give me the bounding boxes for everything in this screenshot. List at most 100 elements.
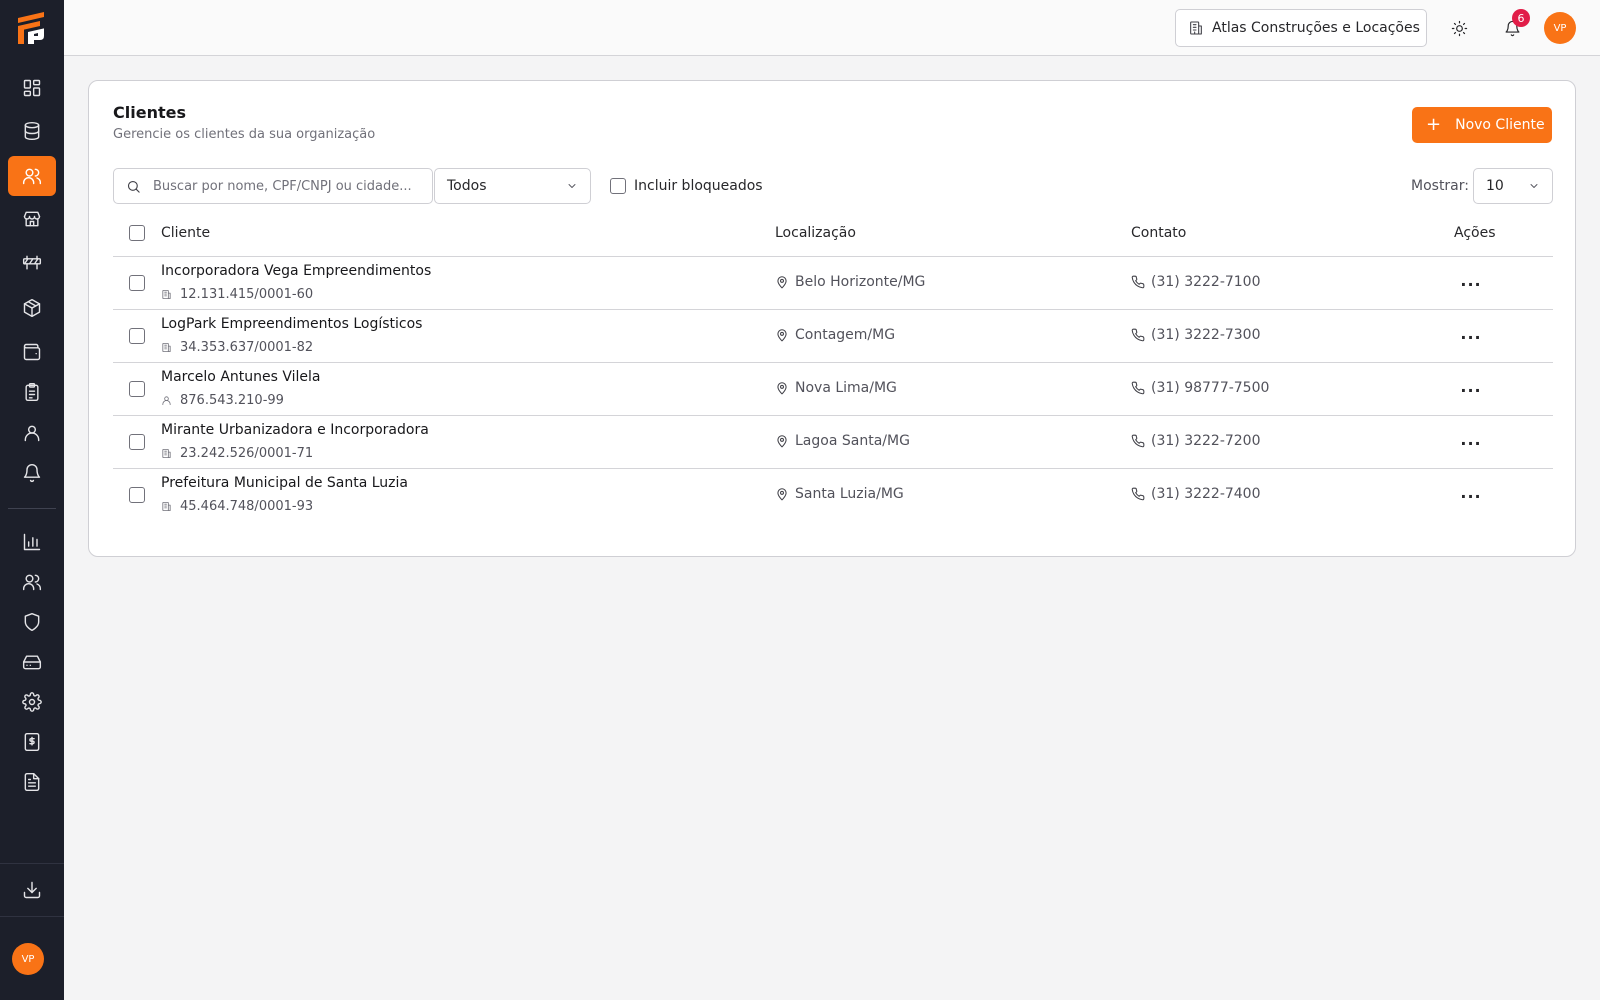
client-document: 12.131.415/0001-60 (161, 287, 313, 302)
layout-grid-icon (23, 79, 41, 97)
table-row[interactable]: Mirante Urbanizadora e Incorporadora 23.… (113, 416, 1553, 469)
sidebar-item-users[interactable] (8, 562, 56, 602)
row-actions-button[interactable]: ··· (1457, 482, 1485, 510)
row-actions-button[interactable]: ··· (1457, 270, 1485, 298)
person-icon (162, 396, 171, 406)
client-location-text: Nova Lima/MG (795, 380, 897, 396)
row-actions-button[interactable]: ··· (1457, 376, 1485, 404)
sidebar-item-wallet[interactable] (8, 332, 56, 372)
store-icon (23, 211, 41, 227)
column-header-actions: Ações (1454, 225, 1496, 241)
client-location: Nova Lima/MG (775, 380, 897, 396)
client-contact: (31) 3222-7400 (1131, 486, 1261, 502)
row-checkbox[interactable] (129, 487, 145, 503)
client-phone: (31) 3222-7100 (1151, 274, 1261, 290)
shield-icon (24, 612, 40, 632)
users-icon (22, 168, 42, 185)
sidebar-item-package[interactable] (8, 288, 56, 328)
client-contact: (31) 3222-7300 (1131, 327, 1261, 343)
sidebar-item-reports[interactable] (8, 522, 56, 562)
select-all-checkbox[interactable] (129, 225, 145, 241)
page-title: Clientes (113, 103, 186, 122)
search-input[interactable] (153, 178, 413, 194)
organization-name: Atlas Construções e Locações (1212, 20, 1420, 36)
column-header-client[interactable]: Cliente (161, 225, 210, 241)
sidebar-item-clipboard[interactable] (8, 372, 56, 412)
map-pin-icon (777, 435, 787, 448)
building-icon (162, 448, 171, 459)
table-row[interactable]: LogPark Empreendimentos Logísticos 34.35… (113, 310, 1553, 363)
map-pin-icon (777, 382, 787, 395)
client-name[interactable]: Mirante Urbanizadora e Incorporadora (161, 422, 429, 438)
download-button[interactable] (8, 870, 56, 910)
search-field (113, 168, 433, 204)
package-icon (23, 298, 41, 318)
topbar: Atlas Construções e Locações 6 VP (64, 0, 1600, 56)
row-checkbox[interactable] (129, 275, 145, 291)
client-document-number: 12.131.415/0001-60 (180, 287, 314, 302)
construction-barrier-icon (22, 255, 42, 270)
sidebar-item-settings[interactable] (8, 682, 56, 722)
row-checkbox[interactable] (129, 328, 145, 344)
organization-switcher[interactable]: Atlas Construções e Locações (1175, 9, 1427, 47)
client-name[interactable]: Prefeitura Municipal de Santa Luzia (161, 475, 408, 491)
table-row[interactable]: Prefeitura Municipal de Santa Luzia 45.4… (113, 469, 1553, 522)
client-contact: (31) 3222-7200 (1131, 433, 1261, 449)
column-header-location[interactable]: Localização (775, 225, 856, 241)
client-document: 45.464.748/0001-93 (161, 499, 313, 514)
user-icon (24, 425, 40, 442)
row-actions-button[interactable]: ··· (1457, 323, 1485, 351)
theme-toggle-button[interactable] (1443, 12, 1475, 44)
database-icon (24, 121, 40, 141)
table-row[interactable]: Incorporadora Vega Empreendimentos 12.13… (113, 257, 1553, 310)
row-checkbox[interactable] (129, 434, 145, 450)
row-checkbox[interactable] (129, 381, 145, 397)
building-icon (162, 289, 171, 300)
sidebar-item-notifications[interactable] (8, 453, 56, 493)
sidebar-item-user[interactable] (8, 413, 56, 453)
phone-icon (1131, 275, 1145, 289)
client-name[interactable]: Marcelo Antunes Vilela (161, 369, 321, 385)
table-row[interactable]: Marcelo Antunes Vilela 876.543.210-99 No… (113, 363, 1553, 416)
client-location-text: Santa Luzia/MG (795, 486, 904, 502)
phone-icon (1131, 487, 1145, 501)
bell-icon (23, 464, 41, 483)
column-header-contact[interactable]: Contato (1131, 225, 1186, 241)
client-location-text: Lagoa Santa/MG (795, 433, 910, 449)
client-phone: (31) 98777-7500 (1151, 380, 1270, 396)
page-subtitle: Gerencie os clientes da sua organização (113, 127, 376, 142)
sidebar-divider (0, 863, 64, 864)
user-avatar[interactable]: VP (1544, 12, 1576, 44)
row-actions-button[interactable]: ··· (1457, 429, 1485, 457)
building-icon (162, 342, 171, 353)
sidebar-item-security[interactable] (8, 602, 56, 642)
client-document-number: 45.464.748/0001-93 (180, 499, 314, 514)
users-icon (22, 574, 42, 591)
sidebar-item-store[interactable] (8, 199, 56, 239)
page-size-select[interactable]: 10 (1473, 168, 1553, 204)
client-name[interactable]: Incorporadora Vega Empreendimentos (161, 263, 431, 279)
sun-icon (1451, 20, 1467, 36)
include-blocked-checkbox[interactable] (610, 178, 626, 194)
status-filter-select[interactable]: Todos (434, 168, 591, 204)
sidebar-item-barrier[interactable] (8, 243, 56, 283)
include-blocked-label: Incluir bloqueados (634, 178, 763, 194)
app-logo[interactable] (16, 10, 48, 46)
client-name[interactable]: LogPark Empreendimentos Logísticos (161, 316, 422, 332)
sidebar-item-documents[interactable] (8, 762, 56, 802)
chevron-down-icon (1530, 184, 1538, 188)
client-phone: (31) 3222-7200 (1151, 433, 1261, 449)
file-text-icon (24, 772, 40, 792)
phone-icon (1131, 434, 1145, 448)
sidebar-item-billing[interactable] (8, 722, 56, 762)
notification-count-badge: 6 (1512, 9, 1530, 27)
sidebar-item-storage[interactable] (8, 642, 56, 682)
map-pin-icon (777, 329, 787, 342)
sidebar-item-database[interactable] (8, 111, 56, 151)
new-client-button[interactable]: + Novo Cliente (1412, 107, 1552, 143)
sidebar-item-clients[interactable] (8, 156, 56, 196)
client-document: 876.543.210-99 (161, 393, 284, 408)
client-phone: (31) 3222-7300 (1151, 327, 1261, 343)
user-avatar[interactable]: VP (12, 943, 44, 975)
sidebar-item-dashboard[interactable] (8, 68, 56, 108)
